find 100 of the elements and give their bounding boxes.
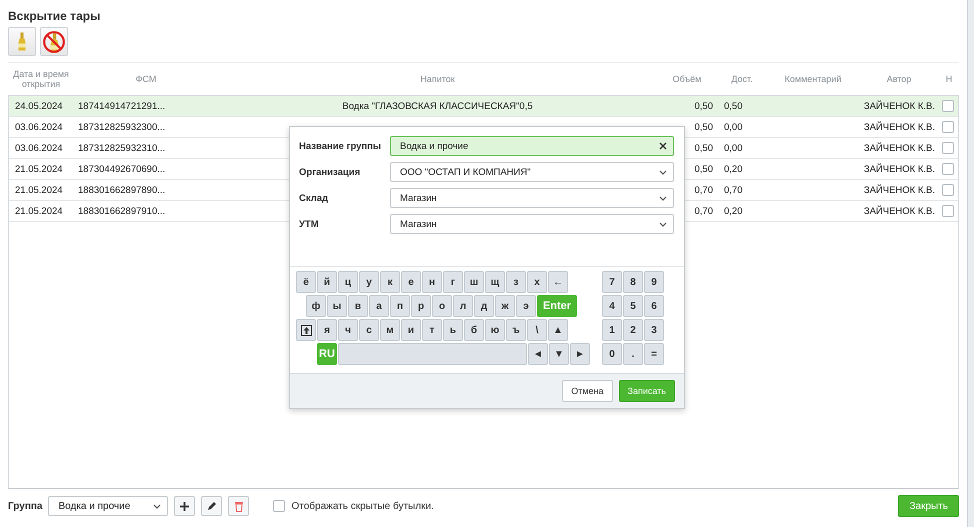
cancel-button[interactable]: Отмена: [562, 380, 613, 402]
keyboard-key[interactable]: й: [317, 271, 337, 293]
keyboard-key[interactable]: о: [432, 295, 452, 317]
select-field[interactable]: ООО "ОСТАП И КОМПАНИЯ": [390, 162, 674, 182]
checkbox[interactable]: [942, 142, 954, 154]
table-cell-text: 0,20: [723, 164, 744, 174]
table-cell-text: 188301662897890...: [77, 184, 166, 196]
checkbox-label: Отображать скрытые бутылки.: [291, 500, 434, 512]
table-cell-text: ЗАЙЧЕНОК К.В.: [862, 206, 936, 216]
keyboard-key[interactable]: б: [464, 319, 484, 341]
toolbar-button[interactable]: [40, 27, 68, 56]
keyboard-key[interactable]: у: [359, 271, 379, 293]
checkbox[interactable]: [273, 500, 286, 512]
toolbar-button[interactable]: [8, 27, 36, 56]
keyboard-key[interactable]: ь: [443, 319, 463, 341]
keyboard-key[interactable]: 6: [644, 295, 664, 317]
checkbox[interactable]: [942, 163, 954, 175]
add-button[interactable]: [174, 496, 196, 516]
keyboard-key[interactable]: н: [422, 271, 442, 293]
keyboard-key[interactable]: в: [348, 295, 368, 317]
clear-icon[interactable]: [659, 142, 667, 150]
keyboard-key[interactable]: 2: [623, 319, 643, 341]
table-cell-text: 187312825932310...: [77, 142, 166, 154]
keyboard-key[interactable]: и: [401, 319, 421, 341]
select-field[interactable]: Магазин: [390, 188, 674, 208]
keyboard-key[interactable]: ч: [338, 319, 358, 341]
keyboard-key[interactable]: а: [369, 295, 389, 317]
checkbox[interactable]: [942, 205, 954, 217]
keyboard-key[interactable]: г: [443, 271, 463, 293]
keyboard-key[interactable]: л: [453, 295, 473, 317]
keyboard-key[interactable]: ►: [570, 343, 590, 365]
chevron-down-icon: [153, 504, 162, 508]
keyboard-key[interactable]: т: [422, 319, 442, 341]
keyboard-key[interactable]: 3: [644, 319, 664, 341]
keyboard-key[interactable]: .: [623, 343, 643, 365]
delete-button[interactable]: [228, 496, 250, 516]
keyboard-key[interactable]: к: [380, 271, 400, 293]
shift-key[interactable]: [296, 319, 316, 341]
keyboard-key[interactable]: з: [506, 271, 526, 293]
keyboard-key[interactable]: ◄: [528, 343, 548, 365]
keyboard-key[interactable]: ж: [495, 295, 515, 317]
table-row[interactable]: 24.05.2024 187414914721291... Водка "ГЛАЗОВСКАЯ КЛАССИЧЕСКАЯ"0,5 0,50 0,50 ЗАЙЧЕНОК К.В.: [9, 96, 958, 117]
keyboard-key[interactable]: я: [317, 319, 337, 341]
group-select[interactable]: Водка и прочие: [48, 496, 168, 516]
table-cell-text: 187304492670690...: [77, 164, 166, 174]
keyboard-key[interactable]: 1: [602, 319, 622, 341]
table-cell-text: ЗАЙЧЕНОК К.В.: [862, 184, 936, 196]
keyboard-key[interactable]: 0: [602, 343, 622, 365]
table-cell-text: 0,50: [694, 142, 714, 154]
keyboard-key[interactable]: ш: [464, 271, 484, 293]
keyboard-key[interactable]: ф: [306, 295, 326, 317]
table-cell-text: 187414914721291...: [77, 100, 166, 112]
table-cell-text: ЗАЙЧЕНОК К.В.: [862, 142, 936, 154]
table-cell-text: 0,70: [694, 206, 714, 216]
keyboard-key[interactable]: 5: [623, 295, 643, 317]
keyboard-key[interactable]: \: [527, 319, 547, 341]
keyboard-key[interactable]: х: [527, 271, 547, 293]
keyboard-key[interactable]: 4: [602, 295, 622, 317]
keyboard-key[interactable]: ▲: [548, 319, 568, 341]
keyboard-key[interactable]: п: [390, 295, 410, 317]
space-key[interactable]: [338, 343, 527, 365]
keyboard-key[interactable]: р: [411, 295, 431, 317]
checkbox[interactable]: [942, 184, 954, 196]
checkbox[interactable]: [942, 100, 954, 112]
keyboard-key[interactable]: ю: [485, 319, 505, 341]
input-field[interactable]: Водка и прочие: [390, 136, 674, 156]
plus-icon: [179, 500, 190, 512]
keyboard-key[interactable]: =: [644, 343, 664, 365]
field-label: Организация: [299, 166, 362, 178]
table-cell-text: Водка "ГЛАЗОВСКАЯ КЛАССИЧЕСКАЯ"0,5: [341, 100, 534, 112]
keyboard-key[interactable]: м: [380, 319, 400, 341]
keyboard-key[interactable]: 7: [602, 271, 622, 293]
keyboard-key[interactable]: с: [359, 319, 379, 341]
field-label: Название группы: [299, 140, 382, 152]
select-field[interactable]: Магазин: [390, 214, 674, 234]
keyboard-key[interactable]: ё: [296, 271, 316, 293]
keyboard-key[interactable]: ▼: [549, 343, 569, 365]
table-cell-text: 21.05.2024: [14, 164, 64, 174]
table-cell-text: 03.06.2024: [14, 122, 64, 132]
checkbox[interactable]: [942, 121, 954, 133]
keyboard-key[interactable]: ъ: [506, 319, 526, 341]
no-bottle-icon: [42, 30, 66, 54]
table-cell-text: 0,00: [723, 122, 744, 132]
edit-button[interactable]: [201, 496, 222, 516]
keyboard-key[interactable]: э: [516, 295, 536, 317]
keyboard-key[interactable]: 8: [623, 271, 643, 293]
keyboard-key[interactable]: е: [401, 271, 421, 293]
table-cell-text: 0,70: [723, 184, 744, 196]
table-cell-text: 0,20: [723, 206, 744, 216]
table-cell-text: 03.06.2024: [14, 142, 64, 154]
table-cell-text: 0,50: [694, 122, 714, 132]
keyboard-key[interactable]: 9: [644, 271, 664, 293]
keyboard-key[interactable]: ц: [338, 271, 358, 293]
table-cell-text: 21.05.2024: [14, 184, 64, 196]
keyboard-key[interactable]: ←: [548, 271, 568, 293]
keyboard-key[interactable]: щ: [485, 271, 505, 293]
window-title: Вскрытие тары: [8, 9, 102, 23]
keyboard-key[interactable]: д: [474, 295, 494, 317]
pencil-icon: [206, 500, 218, 512]
keyboard-key[interactable]: ы: [327, 295, 347, 317]
